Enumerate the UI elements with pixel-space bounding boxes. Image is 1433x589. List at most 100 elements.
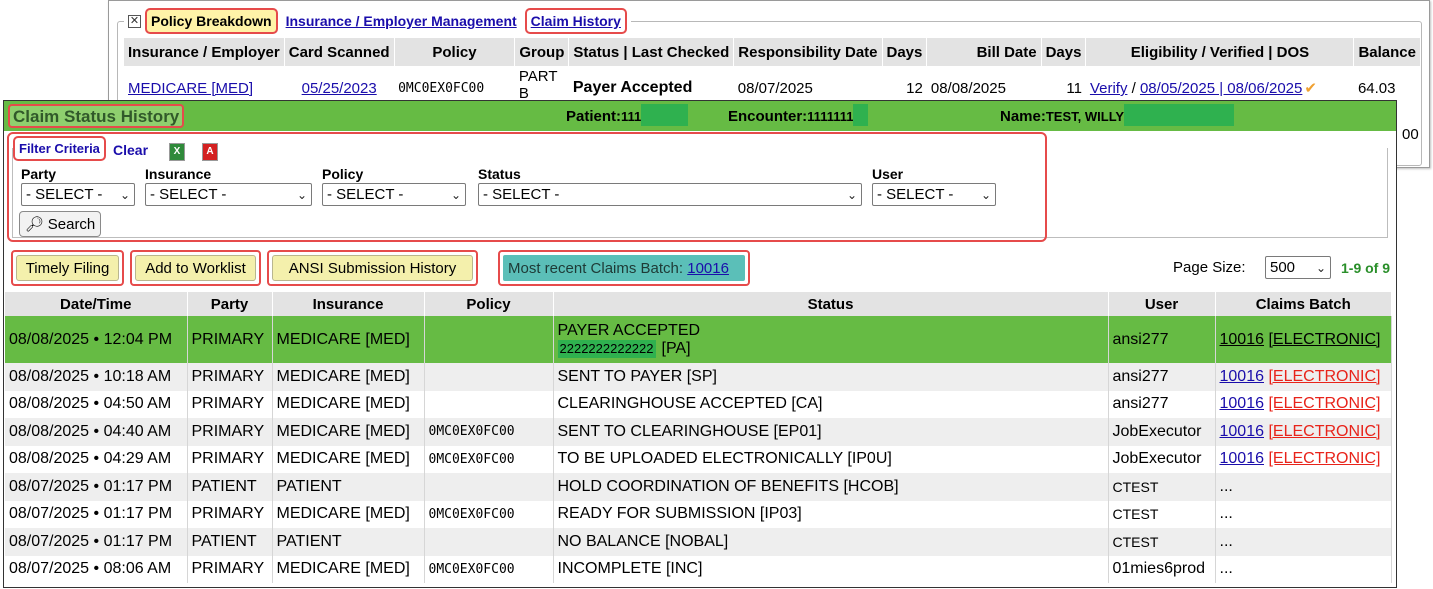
row-status: NO BALANCE [NOBAL] <box>553 528 1109 556</box>
col-policy: Policy <box>424 292 554 316</box>
row-party: PRIMARY <box>187 500 273 528</box>
patient-value: 111 <box>621 109 642 124</box>
batch-type-link[interactable]: [ELECTRONIC] <box>1268 331 1380 348</box>
encounter-label: Encounter: <box>728 108 808 125</box>
magnifier-icon: 🔎︎ <box>24 216 44 233</box>
row-user: CTEST <box>1108 473 1216 501</box>
ansi-submission-history-button[interactable]: ANSI Submission History <box>267 250 478 286</box>
table-row[interactable]: 08/08/2025 • 12:04 PM PRIMARY MEDICARE [… <box>5 316 1392 363</box>
insurance-link[interactable]: MEDICARE [MED] <box>128 80 253 97</box>
batch-number-link[interactable]: 10016 <box>1220 423 1265 440</box>
table-row[interactable]: 08/07/2025 • 01:17 PM PRIMARY MEDICARE [… <box>5 500 1392 528</box>
status-reference-code: [PA] <box>661 339 691 357</box>
insurance-label: Insurance <box>145 166 212 182</box>
row-party: PATIENT <box>187 473 273 501</box>
table-row[interactable]: 08/08/2025 • 04:50 AM PRIMARY MEDICARE [… <box>5 390 1392 418</box>
tab-insurance-employer-management[interactable]: Insurance / Employer Management <box>282 10 521 32</box>
party-select[interactable]: - SELECT - ⌄ <box>21 183 135 206</box>
col-days: Days <box>882 38 928 66</box>
row-policy <box>424 316 554 363</box>
encounter-mask <box>853 104 869 127</box>
search-button[interactable]: 🔎︎ Search <box>19 211 101 237</box>
table-header: Date/Time Party Insurance Policy Status … <box>5 292 1392 316</box>
batch-type-link[interactable]: [ELECTRONIC] <box>1268 423 1380 440</box>
col-bill-date: Bill Date <box>926 38 1042 66</box>
row-status: SENT TO CLEARINGHOUSE [EP01] <box>553 418 1109 446</box>
name-field: Name:TEST, WILLY <box>1000 104 1235 127</box>
batch-number-link[interactable]: 10016 <box>1220 450 1265 467</box>
col-user: User <box>1108 292 1216 316</box>
card-scanned-link[interactable]: 05/25/2023 <box>302 80 377 97</box>
row-status: PAYER ACCEPTED 2222222222222 [PA] <box>553 316 1109 363</box>
user-select[interactable]: - SELECT - ⌄ <box>872 183 996 206</box>
table-row[interactable]: 08/08/2025 • 10:18 AM PRIMARY MEDICARE [… <box>5 363 1392 391</box>
policy-tabs: ✕ Policy Breakdown Insurance / Employer … <box>124 8 631 34</box>
batch-number-link[interactable]: 10016 <box>1220 395 1265 412</box>
row-datetime: 08/07/2025 • 01:17 PM <box>5 473 188 501</box>
pdf-export-icon[interactable]: A <box>202 143 218 161</box>
name-label: Name: <box>1000 108 1046 125</box>
page-size-select[interactable]: 500 ⌄ <box>1265 256 1331 279</box>
row-claims-batch: 10016 [ELECTRONIC] <box>1215 390 1392 418</box>
row-claims-batch: ... <box>1215 555 1392 583</box>
col-responsibility-date: Responsibility Date <box>733 38 883 66</box>
row-insurance: MEDICARE [MED] <box>272 555 425 583</box>
row-insurance: MEDICARE [MED] <box>272 390 425 418</box>
timely-filing-button[interactable]: Timely Filing <box>11 250 124 286</box>
batch-type-link[interactable]: [ELECTRONIC] <box>1268 450 1380 467</box>
row-user: CTEST <box>1108 528 1216 556</box>
batch-link[interactable]: 10016 <box>687 260 729 277</box>
collapse-box-icon[interactable]: ✕ <box>128 14 141 28</box>
row-party: PRIMARY <box>187 418 273 446</box>
insurance-select[interactable]: - SELECT - ⌄ <box>145 183 312 206</box>
table-row[interactable]: 08/07/2025 • 08:06 AM PRIMARY MEDICARE [… <box>5 555 1392 583</box>
row-user: CTEST <box>1108 500 1216 528</box>
batch-number-link[interactable]: 10016 <box>1220 331 1265 348</box>
verify-link[interactable]: Verify <box>1090 80 1128 97</box>
status-select[interactable]: - SELECT - ⌄ <box>478 183 862 206</box>
page-size-value: 500 <box>1270 259 1296 276</box>
table-row[interactable]: 08/07/2025 • 01:17 PM PATIENT PATIENT HO… <box>5 473 1392 501</box>
party-select-value: - SELECT - <box>26 186 103 203</box>
row-party: PRIMARY <box>187 555 273 583</box>
excel-export-icon[interactable]: X <box>169 143 185 161</box>
status-label: Status <box>478 166 521 182</box>
row-policy <box>424 528 554 556</box>
encounter-field: Encounter:1111111 <box>728 104 869 127</box>
row-user: 01mies6prod <box>1108 555 1216 583</box>
filter-criteria-legend[interactable]: Filter Criteria <box>13 136 106 161</box>
table-row[interactable]: 08/08/2025 • 04:40 AM PRIMARY MEDICARE [… <box>5 418 1392 446</box>
row-claims-batch: ... <box>1215 473 1392 501</box>
row-party: PRIMARY <box>187 390 273 418</box>
checkmark-icon: ✔ <box>1304 80 1317 97</box>
tab-claim-history[interactable]: Claim History <box>524 8 627 34</box>
table-row[interactable]: 08/08/2025 • 04:29 AM PRIMARY MEDICARE [… <box>5 445 1392 473</box>
tab-policy-breakdown[interactable]: Policy Breakdown <box>145 8 278 34</box>
row-status: TO BE UPLOADED ELECTRONICALLY [IP0U] <box>553 445 1109 473</box>
clear-link[interactable]: Clear <box>113 142 148 158</box>
row-status: READY FOR SUBMISSION [IP03] <box>553 500 1109 528</box>
policy-select[interactable]: - SELECT - ⌄ <box>322 183 466 206</box>
eligibility-separator: / <box>1131 80 1136 97</box>
search-button-label: Search <box>47 215 96 233</box>
table-row[interactable]: 08/07/2025 • 01:17 PM PATIENT PATIENT NO… <box>5 528 1392 556</box>
dos-link[interactable]: 08/05/2025 | 08/06/2025 <box>1140 80 1302 97</box>
insurance-select-value: - SELECT - <box>150 186 227 203</box>
name-value: TEST, WILLY <box>1045 109 1125 124</box>
row-policy <box>424 363 554 391</box>
row-policy: 0MC0EX0FC00 <box>424 418 554 446</box>
claim-status-history-window: Claim Status History Patient:111 Encount… <box>3 100 1397 588</box>
add-to-worklist-button[interactable]: Add to Worklist <box>130 250 261 286</box>
chevron-down-icon: ⌄ <box>119 187 130 202</box>
batch-type-link[interactable]: [ELECTRONIC] <box>1268 368 1380 385</box>
row-status: HOLD COORDINATION OF BENEFITS [HCOB] <box>553 473 1109 501</box>
batch-type-link[interactable]: [ELECTRONIC] <box>1268 395 1380 412</box>
col-group: Group <box>514 38 570 66</box>
row-party: PRIMARY <box>187 316 273 363</box>
csh-title: Claim Status History <box>8 104 185 128</box>
row-status-text: PAYER ACCEPTED <box>557 321 701 339</box>
col-card-scanned: Card Scanned <box>284 38 395 66</box>
batch-number-link[interactable]: 10016 <box>1220 368 1265 385</box>
name-mask <box>1124 104 1235 127</box>
claim-history-table: Date/Time Party Insurance Policy Status … <box>5 292 1392 583</box>
